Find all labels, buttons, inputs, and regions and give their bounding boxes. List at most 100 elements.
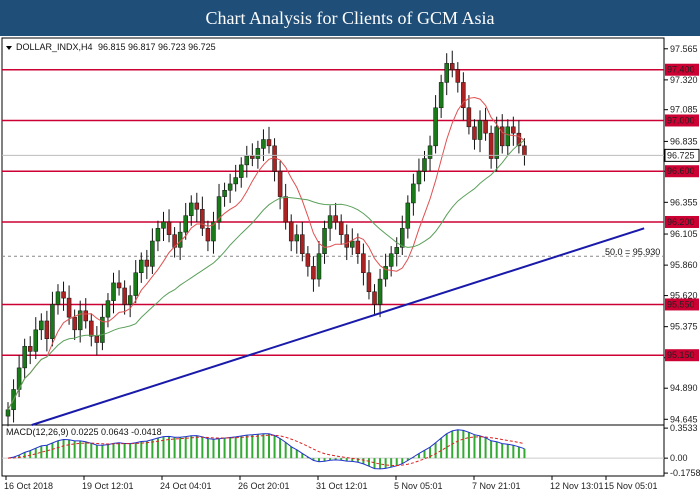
current-price-label: 96.725 bbox=[667, 150, 695, 160]
candle-body bbox=[161, 221, 166, 229]
candle-body bbox=[450, 63, 455, 70]
candle-body bbox=[94, 335, 100, 343]
y-tick-label: 96.105 bbox=[670, 229, 698, 239]
candle-body bbox=[338, 221, 344, 235]
y-tick-label: 95.860 bbox=[670, 260, 698, 270]
candle-body bbox=[116, 282, 122, 289]
candle-body bbox=[333, 215, 338, 223]
candle-body bbox=[300, 234, 305, 254]
candle-body bbox=[27, 346, 33, 352]
candle-body bbox=[355, 240, 361, 254]
candle-body bbox=[405, 202, 411, 229]
level-price-label: 95.150 bbox=[667, 350, 695, 360]
level-price-label: 96.600 bbox=[667, 166, 695, 176]
candle-body bbox=[233, 177, 238, 185]
candle-body bbox=[372, 291, 377, 305]
candle-body bbox=[444, 63, 449, 83]
x-tick-label: 24 Oct 04:01 bbox=[160, 481, 212, 491]
x-tick-label: 19 Oct 12:01 bbox=[82, 481, 134, 491]
macd-y-tick-label: 0.00 bbox=[670, 453, 688, 463]
y-tick-label: 97.085 bbox=[670, 105, 698, 115]
candle-body bbox=[22, 346, 27, 369]
level-price-label: 97.400 bbox=[667, 65, 695, 75]
candle-body bbox=[350, 240, 355, 248]
candle-body bbox=[488, 132, 494, 159]
x-tick-label: 12 Nov 13:01 bbox=[550, 481, 604, 491]
candle-body bbox=[472, 126, 477, 140]
x-tick-label: 15 Nov 05:01 bbox=[604, 481, 658, 491]
candle-body bbox=[477, 120, 483, 140]
macd-y-tick-label: 0.3533 bbox=[670, 423, 698, 433]
candle-body bbox=[133, 272, 138, 296]
price-chart: 97.565 97.320 97.085 96.835 96.600 96.355 96.1… bbox=[0, 36, 700, 500]
x-tick-label: 5 Nov 05:01 bbox=[394, 481, 443, 491]
macd-label: MACD(12,26,9) 0.0225 0.0643 -0.0418 bbox=[6, 427, 162, 437]
x-tick-label: 31 Oct 12:01 bbox=[316, 481, 368, 491]
candle-body bbox=[438, 82, 444, 109]
candle-body bbox=[394, 247, 399, 254]
candle-body bbox=[200, 209, 205, 229]
candle-body bbox=[66, 297, 72, 318]
candle-body bbox=[255, 148, 261, 159]
candle-body bbox=[33, 329, 39, 352]
candle-body bbox=[127, 295, 133, 305]
candle-body bbox=[361, 253, 366, 273]
y-tick-label: 97.320 bbox=[670, 75, 698, 85]
ohlc-label: 96.815 96.817 96.723 96.725 bbox=[98, 42, 216, 52]
x-tick-label: 16 Oct 2018 bbox=[4, 481, 53, 491]
candle-body bbox=[144, 259, 150, 267]
candle-body bbox=[388, 253, 394, 267]
y-tick-label: 96.355 bbox=[670, 197, 698, 207]
y-tick-label: 97.565 bbox=[670, 44, 698, 54]
candle-body bbox=[89, 320, 94, 337]
candle-body bbox=[455, 69, 461, 83]
x-tick-label: 26 Oct 20:01 bbox=[238, 481, 290, 491]
candle-body bbox=[61, 291, 66, 299]
candle-body bbox=[311, 266, 316, 280]
candle-body bbox=[494, 126, 499, 159]
candle-body bbox=[427, 145, 433, 159]
chart-title: Chart Analysis for Clients of GCM Asia bbox=[0, 0, 700, 36]
candle-body bbox=[377, 278, 383, 305]
candle-body bbox=[50, 304, 55, 339]
candle-body bbox=[483, 120, 488, 134]
candle-body bbox=[266, 139, 272, 147]
candle-body bbox=[327, 215, 333, 229]
candle-body bbox=[366, 272, 372, 293]
y-tick-label: 94.890 bbox=[670, 383, 698, 393]
candle-body bbox=[283, 196, 288, 223]
candle-body bbox=[55, 291, 61, 305]
candle-body bbox=[83, 310, 88, 322]
level-price-label: 95.550 bbox=[667, 299, 695, 309]
candle-body bbox=[44, 320, 50, 339]
candle-body bbox=[277, 170, 283, 197]
candle-body bbox=[105, 300, 111, 318]
candle-body bbox=[139, 259, 144, 273]
candle-body bbox=[511, 126, 516, 134]
candle-body bbox=[261, 139, 266, 149]
candle-body bbox=[294, 234, 300, 242]
fib-label: 50.0 = 95.930 bbox=[605, 247, 660, 257]
candle-body bbox=[322, 228, 327, 254]
candle-body bbox=[433, 107, 438, 147]
candle-body bbox=[422, 158, 427, 172]
macd-y-tick-label: -0.1758 bbox=[670, 468, 700, 478]
candle-body bbox=[344, 234, 349, 248]
candle-body bbox=[150, 240, 155, 267]
candle-body bbox=[39, 320, 44, 331]
candle-body bbox=[5, 409, 11, 417]
candle-body bbox=[416, 170, 422, 185]
candle-body bbox=[205, 228, 211, 242]
candle-body bbox=[222, 190, 227, 197]
candle-body bbox=[466, 107, 472, 128]
candle-body bbox=[111, 282, 116, 301]
candle-body bbox=[305, 253, 311, 267]
candle-body bbox=[194, 202, 200, 210]
candle-body bbox=[166, 221, 172, 235]
candle-body bbox=[155, 228, 161, 242]
y-tick-label: 95.375 bbox=[670, 322, 698, 332]
x-tick-label: 7 Nov 21:01 bbox=[472, 481, 521, 491]
candle-body bbox=[411, 183, 416, 204]
candle-body bbox=[522, 145, 527, 156]
candle-body bbox=[72, 316, 77, 331]
